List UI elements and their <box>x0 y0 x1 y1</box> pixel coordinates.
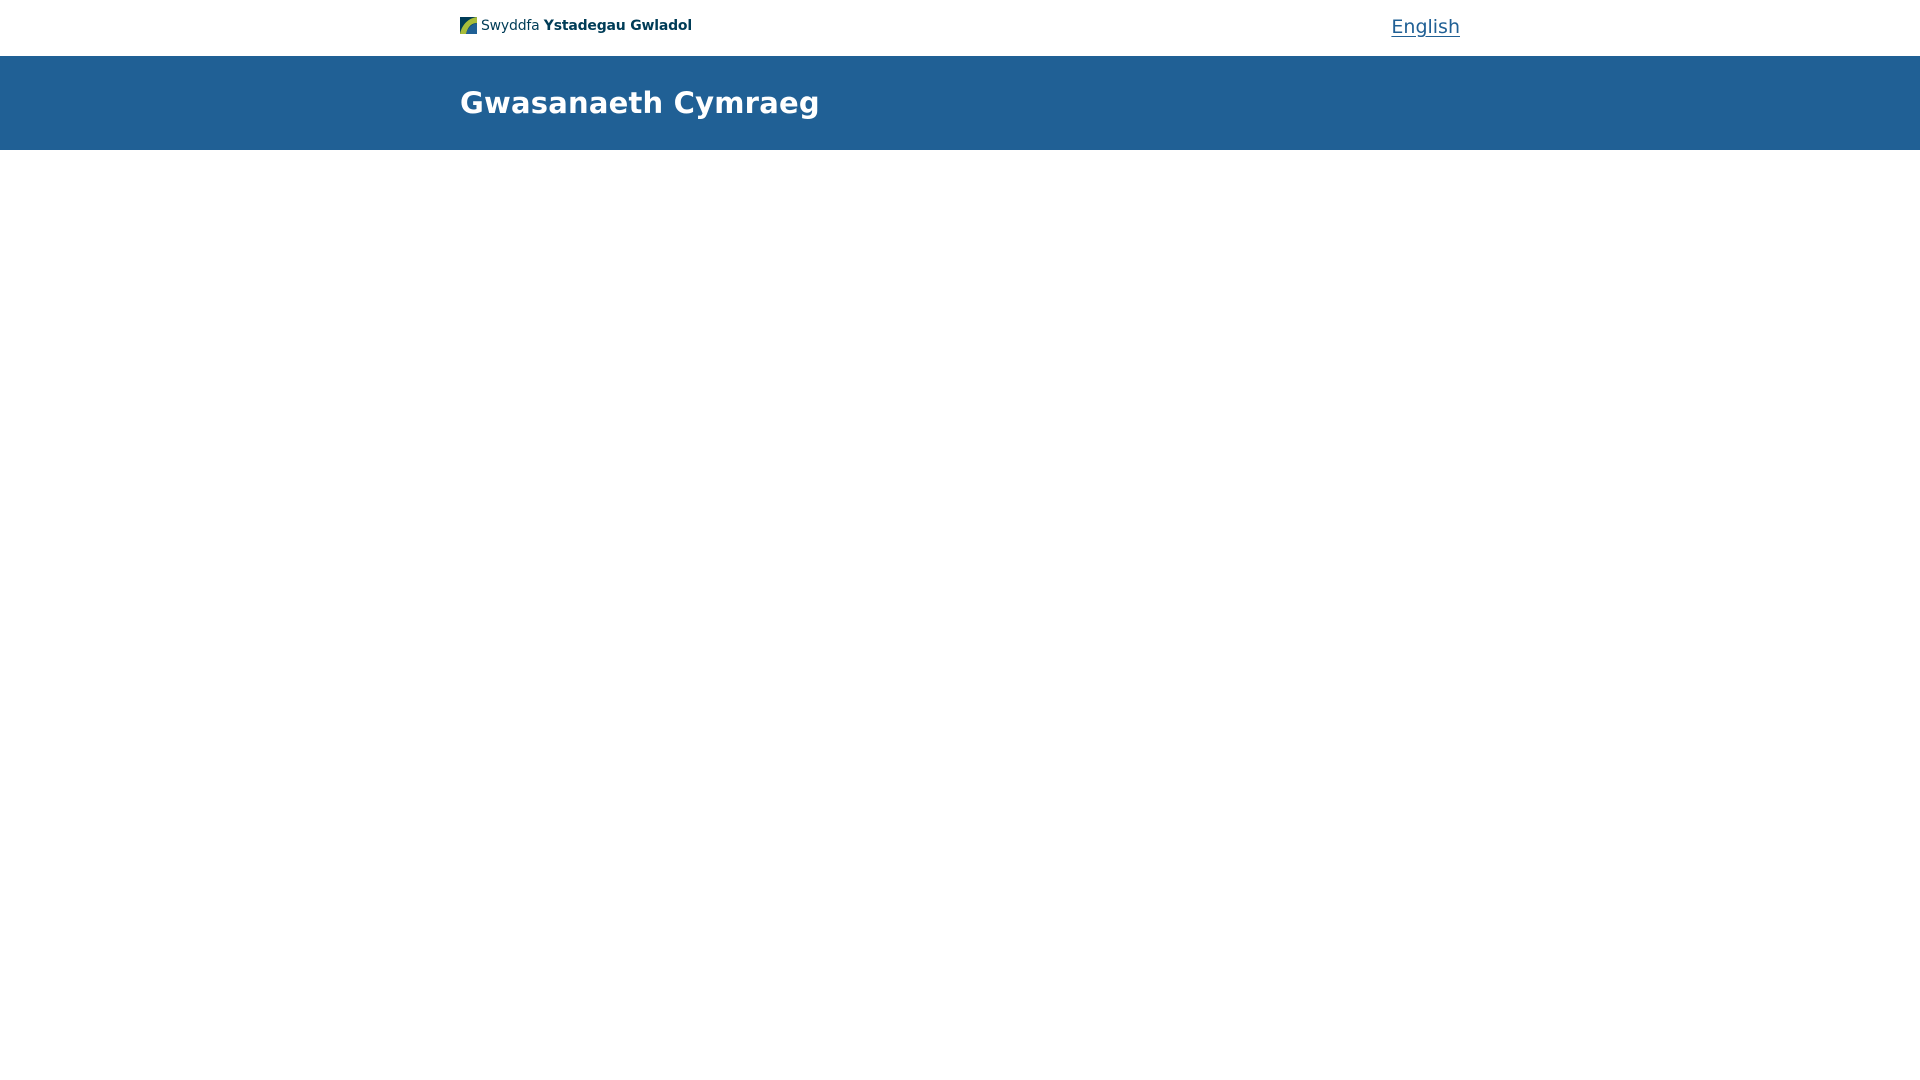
logo-text-bold: Ystadegau Gwladol <box>543 17 692 34</box>
ons-logo-mark-icon <box>460 17 477 34</box>
logo-text: Swyddfa Ystadegau Gwladol <box>481 18 692 34</box>
logo-text-light: Swyddfa <box>481 17 540 34</box>
banner-container: Gwasanaeth Cymraeg <box>460 56 1460 150</box>
page-title: Gwasanaeth Cymraeg <box>460 86 820 120</box>
header-container: Swyddfa Ystadegau Gwladol English <box>460 0 1460 56</box>
site-header: Swyddfa Ystadegau Gwladol English <box>0 0 1920 56</box>
main-content <box>0 150 1920 1080</box>
ons-logo-link[interactable]: Swyddfa Ystadegau Gwladol <box>460 17 692 34</box>
page-banner: Gwasanaeth Cymraeg <box>0 56 1920 150</box>
language-switch-link[interactable]: English <box>1391 16 1460 38</box>
